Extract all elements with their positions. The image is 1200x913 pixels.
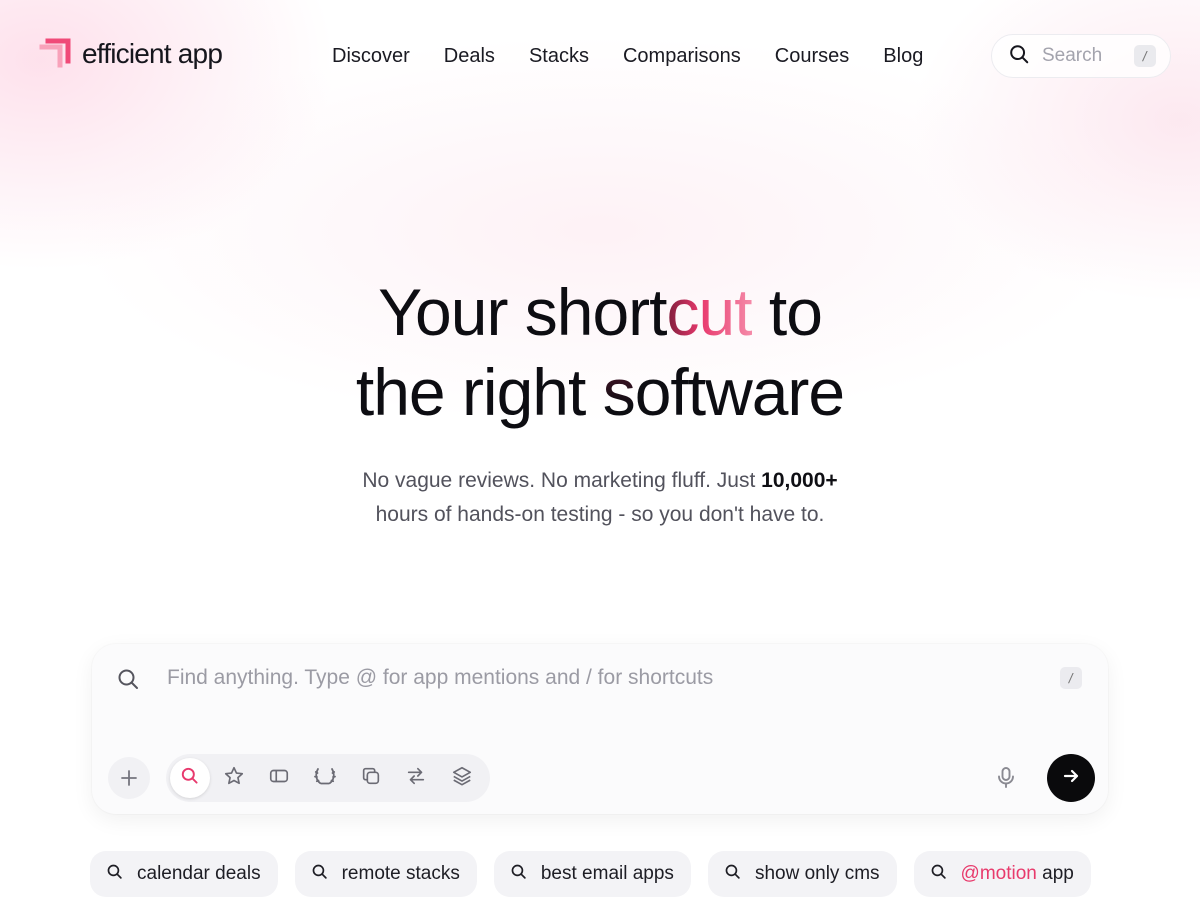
- hero-title-part2: to: [751, 275, 823, 349]
- stack-copy-icon: [360, 765, 382, 792]
- suggestion-chip[interactable]: @motion app: [913, 851, 1091, 897]
- search-shortcut-key: /: [1134, 45, 1156, 67]
- hero-title-line2a: the right: [355, 355, 603, 429]
- main-nav: Discover Deals Stacks Comparisons Course…: [332, 40, 923, 72]
- header-search[interactable]: Search /: [991, 34, 1171, 78]
- add-button[interactable]: [108, 757, 150, 799]
- submit-button[interactable]: [1047, 754, 1095, 802]
- logo[interactable]: efficient app: [38, 34, 223, 74]
- ticket-icon: [268, 765, 290, 792]
- header-search-placeholder: Search: [1042, 45, 1103, 66]
- hero-sub-b: hours of hands-on testing - so you don't…: [375, 503, 825, 526]
- nav-item-stacks[interactable]: Stacks: [529, 45, 589, 68]
- search-composer[interactable]: Find anything. Type @ for app mentions a…: [92, 644, 1108, 814]
- search-icon: [180, 766, 199, 790]
- stacks-mode-button[interactable]: [349, 758, 393, 798]
- deals-mode-button[interactable]: [257, 758, 301, 798]
- composer-input[interactable]: Find anything. Type @ for app mentions a…: [167, 666, 713, 690]
- hero-sub-a: No vague reviews. No marketing fluff. Ju…: [362, 469, 762, 492]
- search-icon: [106, 863, 123, 886]
- suggestion-label: remote stacks: [341, 863, 460, 884]
- suggestion-label-rest: app: [1036, 863, 1074, 884]
- comparisons-mode-button[interactable]: [395, 758, 439, 798]
- hero-sub-bold: 10,000+: [761, 469, 838, 492]
- site-header: efficient app Discover Deals Stacks Comp…: [0, 0, 1200, 110]
- suggestion-chips: calendar deals remote stacks best email …: [90, 851, 1091, 897]
- categories-mode-button[interactable]: [440, 758, 484, 798]
- suggestion-chip[interactable]: best email apps: [493, 851, 691, 897]
- search-icon: [116, 667, 140, 696]
- hero-title-line2b: oftware: [634, 355, 845, 429]
- microphone-button[interactable]: [994, 764, 1018, 792]
- nav-item-comparisons[interactable]: Comparisons: [623, 45, 741, 68]
- composer-tool-group: [166, 754, 490, 802]
- nav-item-deals[interactable]: Deals: [444, 45, 495, 68]
- nav-item-discover[interactable]: Discover: [332, 45, 410, 68]
- microphone-icon: [994, 767, 1018, 796]
- search-icon: [930, 863, 947, 886]
- suggestion-chip[interactable]: remote stacks: [294, 851, 477, 897]
- search-icon: [1008, 43, 1030, 70]
- awards-mode-button[interactable]: [303, 758, 347, 798]
- star-icon: [223, 765, 245, 792]
- hero-title-part1: Your short: [378, 275, 667, 349]
- arrow-right-icon: [1061, 766, 1081, 791]
- search-icon: [311, 863, 328, 886]
- nav-item-courses[interactable]: Courses: [775, 45, 849, 68]
- layers-icon: [451, 765, 473, 792]
- suggestion-label: calendar deals: [137, 863, 261, 884]
- hero-title-highlight: cut: [666, 275, 752, 349]
- nav-item-blog[interactable]: Blog: [883, 45, 923, 68]
- app-mention: @motion: [960, 863, 1037, 884]
- suggestion-label: @motion app: [961, 863, 1074, 885]
- logo-text: efficient app: [82, 38, 223, 69]
- search-icon: [724, 863, 741, 886]
- hero-title-line2-highlight: s: [602, 355, 636, 429]
- favorites-mode-button[interactable]: [212, 758, 256, 798]
- compare-arrows-icon: [405, 765, 427, 792]
- suggestion-label: best email apps: [540, 863, 674, 884]
- search-icon: [510, 863, 527, 886]
- hero-subtitle: No vague reviews. No marketing fluff. Ju…: [0, 464, 1200, 532]
- hero-title: Your shortcut to the right software: [0, 272, 1200, 432]
- suggestion-label: show only cms: [754, 863, 880, 884]
- laurel-icon: [313, 764, 337, 793]
- suggestion-chip[interactable]: show only cms: [707, 851, 897, 897]
- composer-shortcut-key: /: [1060, 667, 1082, 689]
- suggestion-chip[interactable]: calendar deals: [90, 851, 278, 897]
- search-mode-button[interactable]: [170, 758, 210, 798]
- logo-mark-icon: [38, 37, 72, 71]
